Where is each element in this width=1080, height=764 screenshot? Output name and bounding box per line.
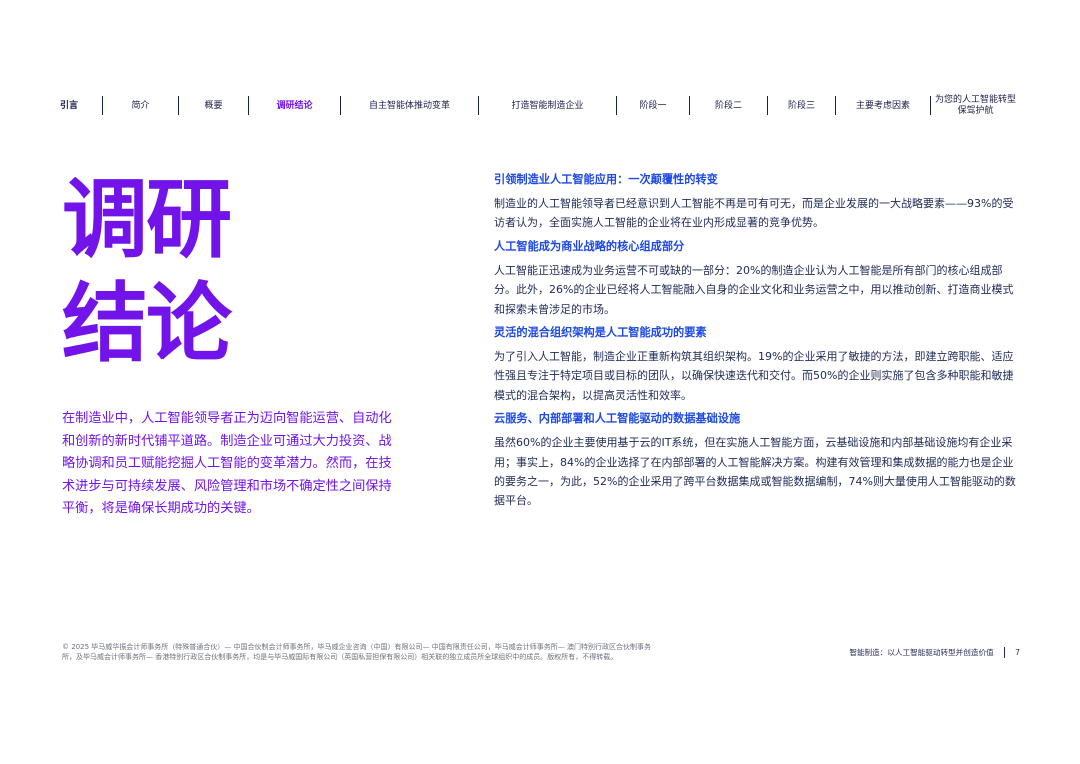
nav-tab-findings[interactable]: 调研结论 [249, 94, 340, 118]
section-body: 虽然60%的企业主要使用基于云的IT系统，但在实施人工智能方面，云基础设施和内部… [494, 436, 1016, 508]
page-title-line-2: 结论 [62, 274, 232, 374]
page-title-line-1: 调研 [62, 170, 232, 270]
section-heading: 云服务、内部部署和人工智能驱动的数据基础设施 [494, 412, 741, 426]
intro-paragraph: 在制造业中，人工智能领导者正为迈向智能运营、自动化和创新的新时代铺平道路。制造企… [62, 411, 392, 517]
section-heading: 引领制造业人工智能应用：一次颠覆性的转变 [494, 173, 718, 186]
footer-divider [1003, 647, 1006, 658]
nav-tab-phase-two[interactable]: 阶段二 [690, 94, 767, 118]
section-body: 人工智能正迅速成为业务运营不可或缺的一部分：20%的制造企业认为人工智能是所有部… [494, 263, 1014, 316]
nav-tab-key-considerations[interactable]: 主要考虑因素 [836, 94, 930, 118]
findings-content: 引领制造业人工智能应用：一次颠覆性的转变 制造业的人工智能领导者已经意识到人工智… [494, 172, 1019, 517]
document-title: 智能制造：以人工智能驱动转型并创造价值 [849, 648, 994, 657]
section-body: 为了引入人工智能，制造企业正重新构筑其组织架构。19%的企业采用了敏捷的方法，即… [494, 350, 1014, 402]
section-heading: 灵活的混合组织架构是人工智能成功的要素 [494, 326, 707, 340]
nav-tab-summary[interactable]: 概要 [179, 94, 248, 118]
nav-tab-phase-three[interactable]: 阶段三 [768, 94, 835, 118]
page-title: 调研 结论 [62, 168, 262, 376]
copyright-notice: © 2025 毕马威华振会计师事务所（特殊普通合伙）— 中国合伙制会计师事务所，… [62, 643, 651, 661]
page-number: 7 [1015, 648, 1020, 657]
top-navigation: 引言 简介 概要 调研结论 自主智能体推动变革 打造智能制造企业 阶段一 阶段二… [60, 94, 1020, 118]
section-body: 制造业的人工智能领导者已经意识到人工智能不再是可有可无，而是企业发展的一大战略要… [494, 197, 1014, 230]
section-heading: 人工智能成为商业战略的核心组成部分 [494, 239, 685, 253]
nav-tab-phase-one[interactable]: 阶段一 [617, 94, 689, 118]
nav-tab-smart-manufacturing[interactable]: 打造智能制造企业 [479, 94, 616, 118]
nav-tab-introduction[interactable]: 引言 [60, 94, 102, 118]
page-footer: 智能制造：以人工智能驱动转型并创造价值 7 [849, 647, 1020, 658]
nav-tab-autonomous-agents[interactable]: 自主智能体推动变革 [341, 94, 478, 118]
nav-tab-ai-transformation-support[interactable]: 为您的人工智能转型保驾护航 [931, 94, 1020, 118]
nav-tab-overview[interactable]: 简介 [103, 94, 178, 118]
